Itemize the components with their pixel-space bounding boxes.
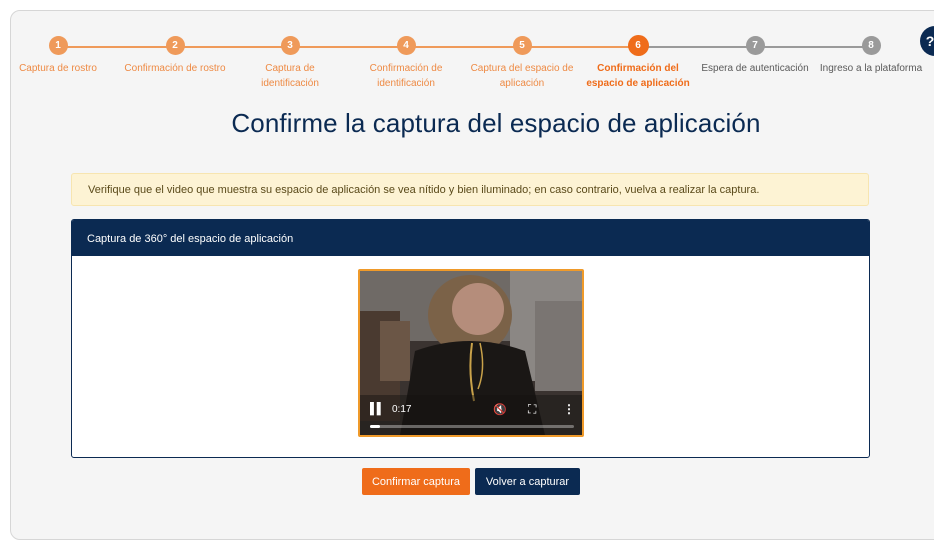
step-7: 7 Espera de autenticación: [695, 36, 815, 76]
step-6: 6 Confirmación del espacio de aplicación: [578, 35, 698, 91]
pause-icon[interactable]: ▌▌: [370, 403, 385, 415]
step-3: 3 Captura de identificación: [244, 36, 336, 91]
step-label: Captura de identificación: [261, 63, 319, 89]
step-label: Captura del espacio de aplicación: [470, 63, 574, 89]
step-number: 6: [627, 35, 649, 56]
step-label: Confirmación del espacio de aplicación: [586, 63, 690, 89]
step-1: 1 Captura de rostro: [10, 36, 106, 76]
step-label: Espera de autenticación: [701, 63, 809, 74]
capture-video-player[interactable]: ▌▌ 0:17 🔇 ⛶ ⋮: [358, 269, 584, 437]
step-label: Ingreso a la plataforma: [819, 63, 923, 74]
video-time: 0:17: [392, 404, 412, 415]
card-title: Captura de 360° del espacio de aplicació…: [87, 233, 294, 245]
step-4: 4 Confirmación de identificación: [358, 36, 454, 91]
warning-alert: Verifique que el video que muestra su es…: [71, 173, 869, 206]
more-options-icon[interactable]: ⋮: [563, 402, 575, 416]
step-label: Confirmación de identificación: [369, 63, 443, 89]
video-controls: ▌▌ 0:17 🔇 ⛶ ⋮: [360, 395, 582, 435]
step-number: 2: [165, 36, 185, 55]
card-header: Captura de 360° del espacio de aplicació…: [72, 220, 869, 256]
alert-text: Verifique que el video que muestra su es…: [88, 184, 760, 196]
step-2: 2 Confirmación de rostro: [115, 36, 235, 76]
muted-speaker-icon[interactable]: 🔇: [493, 403, 507, 416]
video-seek-bar[interactable]: [370, 425, 574, 428]
step-number: 7: [745, 36, 765, 55]
step-number: 4: [396, 36, 416, 55]
app-frame: ? 1 Captura de rostro 2 Confirmación de …: [0, 0, 934, 540]
fullscreen-icon[interactable]: ⛶: [528, 402, 536, 417]
step-label: Captura de rostro: [19, 63, 97, 74]
retake-capture-button[interactable]: Volver a capturar: [475, 468, 580, 495]
step-number: 5: [512, 36, 532, 55]
video-seek-progress: [370, 425, 381, 428]
step-5: 5 Captura del espacio de aplicación: [462, 36, 582, 91]
page-title: Confirme la captura del espacio de aplic…: [231, 108, 761, 138]
progress-stepper: 1 Captura de rostro 2 Confirmación de ro…: [0, 35, 934, 96]
step-number: 3: [280, 36, 300, 55]
step-number: 8: [861, 36, 881, 55]
capture-card: Captura de 360° del espacio de aplicació…: [71, 219, 870, 458]
step-8: 8 Ingreso a la plataforma: [809, 36, 933, 76]
confirm-capture-button[interactable]: Confirmar captura: [362, 468, 470, 495]
step-label: Confirmación de rostro: [124, 63, 226, 74]
step-number: 1: [48, 36, 68, 55]
